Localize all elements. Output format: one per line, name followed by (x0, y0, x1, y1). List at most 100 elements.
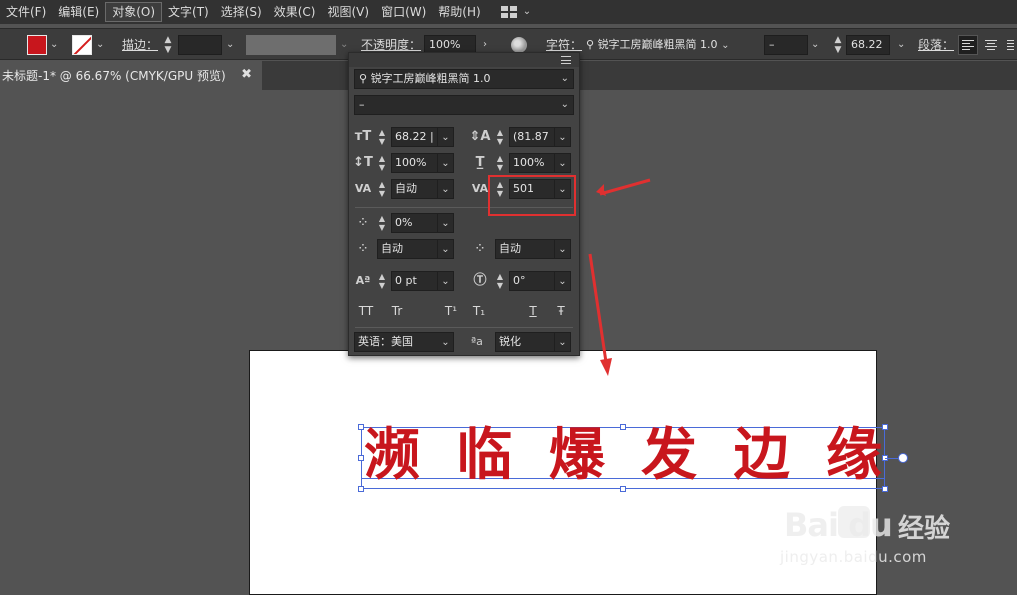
fill-dropdown-icon[interactable]: ⌄ (50, 35, 58, 55)
align-right-button[interactable] (1004, 35, 1017, 55)
paw-icon (838, 506, 870, 538)
panel-font-family-select[interactable]: ⚲ 锐字工房巅峰粗黑简 1.0 ⌄ (354, 69, 574, 89)
stroke-label[interactable]: 描边： (122, 35, 158, 55)
font-family-value: 锐字工房巅峰粗黑简 1.0 (597, 38, 718, 51)
menu-effect[interactable]: 效果(C) (268, 2, 322, 22)
chevron-down-icon[interactable]: ⌄ (438, 179, 454, 199)
art-char: 临 (456, 423, 513, 488)
menu-file[interactable]: 文件(F) (0, 2, 52, 22)
menu-select[interactable]: 选择(S) (215, 2, 268, 22)
baseline-shift-spinner[interactable]: ▲ ▼ (377, 272, 387, 290)
chevron-down-icon[interactable]: ⌄ (438, 153, 454, 173)
chevron-down-icon[interactable]: ⌄ (438, 271, 454, 291)
horizontal-scale-input[interactable]: 100% (509, 153, 555, 173)
chevron-down-icon[interactable]: ⌄ (438, 213, 454, 233)
stroke-dropdown-icon[interactable]: ⌄ (96, 35, 104, 55)
baseline-shift-input[interactable]: 0 pt (391, 271, 438, 291)
chevron-down-icon[interactable]: ⌄ (555, 332, 571, 352)
stroke-weight-input[interactable] (178, 35, 222, 55)
horizontal-scale-spinner[interactable]: ▲ ▼ (495, 154, 505, 172)
menu-help[interactable]: 帮助(H) (432, 2, 486, 22)
font-size-spinner[interactable]: ▲ ▼ (833, 35, 843, 55)
kerning-spinner[interactable]: ▲ ▼ (377, 180, 387, 198)
language-select[interactable]: 英语：美国 (354, 332, 440, 352)
baidu-watermark: Bai du 经验 jingyan.baidu.com (780, 500, 980, 580)
stroke-weight-spinner[interactable]: ▲ ▼ (163, 35, 173, 55)
chevron-down-icon: ⌄ (560, 73, 569, 84)
chevron-down-icon[interactable]: ⌄ (555, 153, 571, 173)
font-search-icon: ⚲ (359, 72, 368, 85)
panel-menu-icon[interactable] (561, 56, 571, 64)
recolor-globe-icon[interactable] (511, 37, 527, 53)
artboard-text[interactable]: 濒 临 爆 发 边 缘 (362, 421, 884, 491)
menu-view[interactable]: 视图(V) (321, 2, 375, 22)
menu-window[interactable]: 窗口(W) (375, 2, 432, 22)
panel-font-style-select[interactable]: – ⌄ (354, 95, 574, 115)
chevron-down-icon: ⌄ (560, 99, 569, 110)
chevron-down-icon[interactable]: ⌄ (555, 127, 571, 147)
rotation-spinner[interactable]: ▲ ▼ (495, 272, 505, 290)
arrow-to-artboard-shaft (588, 253, 608, 363)
all-caps-button[interactable]: TT (354, 301, 378, 321)
subscript-button[interactable]: T₁ (467, 301, 491, 321)
font-size-dropdown-icon[interactable]: ⌄ (897, 35, 905, 55)
text-out-port[interactable] (898, 453, 908, 463)
vertical-scale-spinner[interactable]: ▲ ▼ (377, 154, 387, 172)
menu-edit[interactable]: 编辑(E) (52, 2, 105, 22)
font-style-dropdown-icon[interactable]: ⌄ (811, 35, 819, 55)
aki-left-select[interactable]: 自动 (377, 239, 438, 259)
panel-font-size-input[interactable]: 68.22 | (391, 127, 438, 147)
chevron-down-icon[interactable]: ⌄ (438, 127, 454, 147)
leading-input[interactable]: (81.87 (509, 127, 555, 147)
document-tab[interactable]: 未标题-1* @ 66.67% (CMYK/GPU 预览) ✖ (0, 61, 262, 90)
stroke-swatch[interactable] (72, 35, 92, 55)
baseline-shift-icon: Aª (355, 274, 371, 287)
arrow-to-tracking (596, 180, 650, 196)
chevron-down-icon: ⌄ (721, 40, 730, 51)
leading-spinner[interactable]: ▲ ▼ (495, 128, 505, 146)
tsume-input[interactable]: 0% (391, 213, 438, 233)
fill-swatch[interactable] (27, 35, 47, 55)
vertical-scale-input[interactable]: 100% (391, 153, 438, 173)
variable-width-profile[interactable] (246, 35, 336, 55)
workspace-grid-icon (500, 6, 517, 18)
underline-button[interactable]: T (521, 301, 545, 321)
font-size-input[interactable]: 68.22 (846, 35, 890, 55)
menu-type[interactable]: 文字(T) (162, 2, 215, 22)
panel-font-family-value: 锐字工房巅峰粗黑简 1.0 (370, 72, 491, 85)
close-icon[interactable]: ✖ (241, 67, 252, 82)
vertical-scale-icon: ↕T (353, 155, 373, 170)
font-family-select[interactable]: ⚲ 锐字工房巅峰粗黑简 1.0 ⌄ (586, 35, 756, 55)
font-search-icon: ⚲ (586, 38, 595, 51)
watermark-url: jingyan.baidu.com (780, 548, 927, 566)
chevron-down-icon: ⌄ (522, 6, 532, 17)
workspace-switcher[interactable]: ⌄ (500, 2, 532, 22)
tsume-icon: ⁘ (358, 217, 368, 228)
chevron-down-icon[interactable]: ⌄ (438, 332, 454, 352)
menu-bar: 文件(F) 编辑(E) 对象(O) 文字(T) 选择(S) 效果(C) 视图(V… (0, 0, 1017, 24)
align-center-button[interactable] (982, 35, 1002, 55)
tsume-spinner[interactable]: ▲ ▼ (377, 214, 387, 232)
paragraph-label[interactable]: 段落： (918, 35, 954, 55)
aki-right-select[interactable]: 自动 (495, 239, 555, 259)
menu-object[interactable]: 对象(O) (105, 2, 163, 22)
kerning-icon: VA (354, 182, 372, 195)
character-rotation-icon: Ⓣ (473, 273, 487, 288)
font-size-spinner[interactable]: ▲ ▼ (377, 128, 387, 146)
antialias-select[interactable]: 锐化 (495, 332, 555, 352)
art-char: 发 (641, 423, 698, 488)
stroke-weight-dropdown-icon[interactable]: ⌄ (226, 35, 234, 55)
panel-font-style-value: – (359, 98, 365, 111)
font-style-select[interactable]: – (764, 35, 808, 55)
chevron-down-icon[interactable]: ⌄ (555, 239, 571, 259)
kerning-select[interactable]: 自动 (391, 179, 438, 199)
align-left-button[interactable] (958, 35, 978, 55)
chevron-down-icon[interactable]: ⌄ (555, 271, 571, 291)
chevron-down-icon[interactable]: ⌄ (438, 239, 454, 259)
small-caps-button[interactable]: Tr (385, 301, 409, 321)
strikethrough-button[interactable]: Ŧ (549, 301, 573, 321)
panel-header[interactable] (349, 53, 579, 67)
art-char: 濒 (364, 423, 420, 488)
superscript-button[interactable]: T¹ (439, 301, 463, 321)
rotation-input[interactable]: 0° (509, 271, 555, 291)
